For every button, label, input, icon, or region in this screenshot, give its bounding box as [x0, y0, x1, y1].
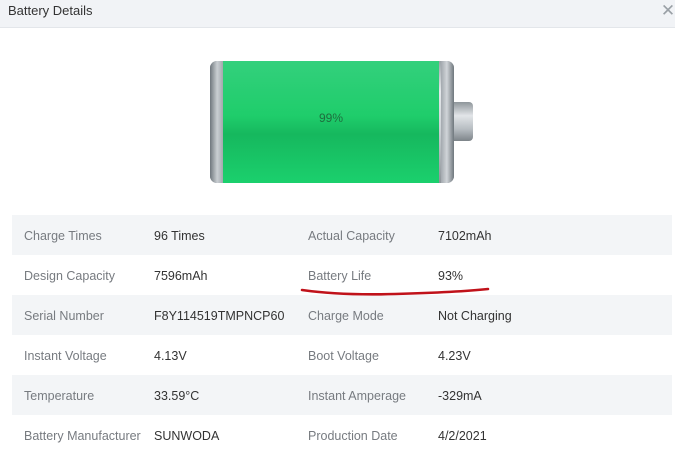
- battery-percent-label: 99%: [318, 111, 344, 125]
- table-row: Instant Voltage 4.13V Boot Voltage 4.23V: [12, 335, 672, 375]
- detail-label: Battery Manufacturer: [24, 429, 141, 443]
- detail-value: 7102mAh: [438, 229, 492, 243]
- detail-label: Production Date: [308, 429, 398, 443]
- detail-value: 4.23V: [438, 349, 471, 363]
- detail-value: SUNWODA: [154, 429, 220, 443]
- detail-label: Instant Amperage: [308, 389, 406, 403]
- battery-details-table: Charge Times 96 Times Actual Capacity 71…: [12, 215, 672, 455]
- detail-value: F8Y114519TMPNCP60: [154, 309, 285, 323]
- detail-value: 93%: [438, 269, 464, 283]
- detail-label: Temperature: [24, 389, 95, 403]
- detail-value: 4.13V: [154, 349, 187, 363]
- red-underline-annotation: [300, 287, 490, 296]
- detail-label: Battery Life: [308, 269, 372, 283]
- battery-terminal: [454, 102, 473, 141]
- table-row: Charge Times 96 Times Actual Capacity 71…: [12, 215, 672, 255]
- detail-label: Instant Voltage: [24, 349, 107, 363]
- table-row: Battery Manufacturer SUNWODA Production …: [12, 415, 672, 455]
- detail-value: Not Charging: [438, 309, 512, 323]
- detail-value: 33.59°C: [154, 389, 200, 403]
- detail-label: Boot Voltage: [308, 349, 379, 363]
- battery-graphic: 99%: [210, 61, 473, 185]
- battery-right-cap: [441, 61, 454, 183]
- underline-stroke: [300, 287, 490, 296]
- detail-label: Serial Number: [24, 309, 104, 323]
- battery-panel: 99%: [0, 27, 675, 217]
- detail-label: Charge Mode: [308, 309, 384, 323]
- detail-value: 96 Times: [154, 229, 205, 243]
- detail-label: Design Capacity: [24, 269, 116, 283]
- detail-value: 4/2/2021: [438, 429, 487, 443]
- window-title: Battery Details: [8, 3, 93, 18]
- detail-value: -329mA: [438, 389, 482, 403]
- detail-label: Charge Times: [24, 229, 102, 243]
- table-row: Temperature 33.59°C Instant Amperage -32…: [12, 375, 672, 415]
- close-icon[interactable]: ✕: [660, 1, 675, 21]
- detail-label: Actual Capacity: [308, 229, 395, 243]
- table-row: Serial Number F8Y114519TMPNCP60 Charge M…: [12, 295, 672, 335]
- detail-value: 7596mAh: [154, 269, 208, 283]
- battery-left-cap: [210, 61, 223, 183]
- title-bar: Battery Details ✕: [0, 0, 675, 28]
